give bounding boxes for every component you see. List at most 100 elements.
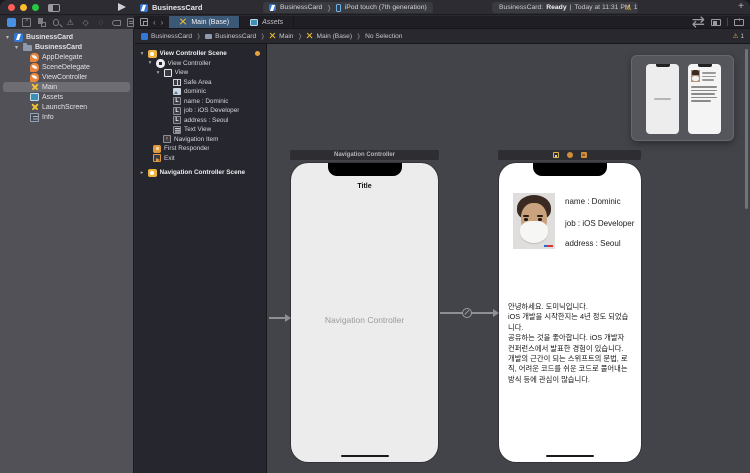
outline-item-first-responder[interactable]: First Responder (135, 144, 266, 154)
vertical-scrollbar[interactable] (745, 49, 748, 209)
storyboard-canvas[interactable]: Navigation Controller Title Navigation C… (267, 44, 750, 473)
view-controller-scene-header[interactable] (498, 150, 641, 160)
breakpoint-navigator-icon[interactable] (112, 20, 121, 26)
toolbar: BusinessCard BusinessCard ❭ iPod touch (… (0, 0, 750, 15)
outline-item-label-name[interactable]: L name : Dominic (135, 97, 266, 107)
forward-button[interactable]: › (161, 18, 164, 27)
symbol-navigator-icon[interactable] (38, 18, 47, 27)
nav-controller-scene-header[interactable]: Navigation Controller (290, 150, 439, 160)
nav-bar-title[interactable]: Title (291, 183, 438, 190)
minimap-card-controller[interactable] (688, 64, 721, 134)
source-control-navigator-icon[interactable] (22, 18, 31, 27)
issue-navigator-icon[interactable]: ⚠ (66, 18, 75, 27)
zoom-window-button[interactable] (32, 4, 39, 11)
run-button[interactable] (118, 3, 126, 11)
chevron-separator-icon: ❭ (196, 33, 201, 40)
scene-icon (148, 50, 157, 59)
canvas-minimap[interactable] (631, 55, 734, 141)
sidebar-item-info-plist[interactable]: Info (0, 112, 133, 122)
plist-icon (30, 113, 39, 122)
device-icon (336, 4, 341, 12)
related-items-icon[interactable] (140, 18, 148, 26)
add-editor-icon[interactable] (734, 19, 744, 26)
issues-indicator[interactable]: ⚠ 1 (625, 3, 638, 12)
outline-item-label-job[interactable]: L job : iOS Developer (135, 106, 266, 116)
run-destination-label[interactable]: iPod touch (7th generation) (345, 4, 427, 11)
outline-item-safe-area[interactable]: Safe Area (135, 78, 266, 88)
address-label[interactable]: address : Seoul (565, 239, 621, 248)
sidebar-item-group-businesscard[interactable]: ▾ BusinessCard (0, 42, 133, 52)
outline-item-text-view[interactable]: Text View (135, 125, 266, 135)
storyboard-entry-point-arrow[interactable] (269, 317, 286, 319)
first-responder-icon[interactable] (567, 152, 573, 158)
swift-file-icon (30, 73, 39, 82)
mini-text-line (691, 86, 717, 88)
outline-item-navigation-item[interactable]: ‹ Navigation Item (135, 135, 266, 145)
project-navigator-icon[interactable] (7, 18, 16, 27)
label-icon: L (173, 116, 181, 124)
disclosure-triangle[interactable]: ▾ (4, 34, 11, 41)
view-controller-icon (156, 59, 165, 68)
name-label[interactable]: name : Dominic (565, 197, 621, 206)
job-label[interactable]: job : iOS Developer (565, 219, 634, 228)
jump-bar-issues[interactable]: ⚠ 1 (733, 32, 744, 40)
home-indicator (341, 455, 389, 458)
navigator-bar: ⚠ ◇ ◌ (0, 16, 134, 29)
minimap-nav-controller[interactable] (646, 64, 679, 134)
toggle-navigator-icon[interactable] (48, 4, 60, 12)
sidebar-item-assets[interactable]: Assets (0, 92, 133, 102)
back-button[interactable]: ‹ (153, 18, 156, 27)
disclosure-triangle[interactable]: ▾ (155, 70, 161, 76)
tab-tools: ‹ › (134, 16, 169, 28)
bio-text-view[interactable]: 안녕하세요. 도미닉입니다. iOS 개발을 시작한지는 4년 정도 되었습니다… (508, 302, 632, 385)
find-navigator-icon[interactable] (53, 19, 59, 26)
outline-item-exit[interactable]: Exit (135, 154, 266, 164)
profile-image-dominic[interactable] (513, 193, 555, 249)
test-navigator-icon[interactable]: ◇ (81, 18, 90, 27)
tab-main-storyboard[interactable]: Main (Base) (169, 16, 240, 28)
view-controller-icon[interactable] (553, 152, 559, 158)
report-navigator-icon[interactable] (127, 18, 134, 27)
sidebar-item-scenedelegate[interactable]: SceneDelegate (0, 62, 133, 72)
sidebar-item-launchscreen[interactable]: LaunchScreen (0, 102, 133, 112)
business-card-view[interactable]: name : Dominic job : iOS Developer addre… (499, 163, 641, 462)
close-window-button[interactable] (8, 4, 15, 11)
adjust-editor-options-icon[interactable] (711, 19, 721, 26)
debug-navigator-icon[interactable]: ◌ (96, 18, 105, 27)
disclosure-triangle[interactable]: ▾ (139, 51, 145, 57)
sidebar-item-project-businesscard[interactable]: ▾ BusinessCard (0, 32, 133, 42)
sidebar-item-viewcontroller[interactable]: ViewController (0, 72, 133, 82)
storyboard-icon (30, 103, 39, 112)
tab-assets[interactable]: Assets (240, 16, 294, 28)
outline-item-image-dominic[interactable]: dominic (135, 87, 266, 97)
segue-relationship-icon[interactable] (462, 308, 472, 318)
sidebar-item-appdelegate[interactable]: AppDelegate (0, 52, 133, 62)
minimize-window-button[interactable] (20, 4, 27, 11)
outline-item-view-controller[interactable]: ▾ View Controller (135, 59, 266, 69)
outline-item-view[interactable]: ▾ View (135, 68, 266, 78)
sidebar-item-main-storyboard[interactable]: Main (3, 82, 130, 92)
outline-item-label-address[interactable]: L address : Seoul (135, 116, 266, 126)
breadcrumb-group[interactable]: BusinessCard (205, 33, 256, 40)
outline-item-view-controller-scene[interactable]: ▾ View Controller Scene (135, 49, 266, 59)
outline-item-navigation-controller-scene[interactable]: ▸ Navigation Controller Scene (135, 168, 266, 178)
disclosure-triangle[interactable]: ▸ (139, 170, 145, 176)
storyboard-icon (269, 33, 276, 40)
breadcrumb-selection[interactable]: No Selection (365, 33, 402, 40)
root-view-controller-segue[interactable] (440, 312, 497, 314)
breadcrumb-main[interactable]: Main (269, 33, 293, 40)
breadcrumb-main-base[interactable]: Main (Base) (306, 33, 352, 40)
avatar-brow (523, 215, 529, 217)
scheme-target-label[interactable]: BusinessCard (280, 4, 322, 11)
disclosure-triangle[interactable]: ▾ (147, 60, 153, 66)
mini-text-line (654, 98, 671, 100)
nav-controller-placeholder: Navigation Controller (291, 315, 438, 325)
outline-label: address : Seoul (184, 117, 228, 124)
library-button[interactable]: + (738, 1, 744, 12)
exit-icon[interactable] (581, 152, 587, 158)
scene-indicator-dot (255, 51, 260, 56)
scheme-selector[interactable]: BusinessCard ❭ iPod touch (7th generatio… (263, 2, 433, 13)
breadcrumb-project[interactable]: BusinessCard (141, 33, 192, 40)
disclosure-triangle[interactable]: ▾ (13, 44, 20, 51)
navigation-controller-view[interactable]: Title Navigation Controller (291, 163, 438, 462)
